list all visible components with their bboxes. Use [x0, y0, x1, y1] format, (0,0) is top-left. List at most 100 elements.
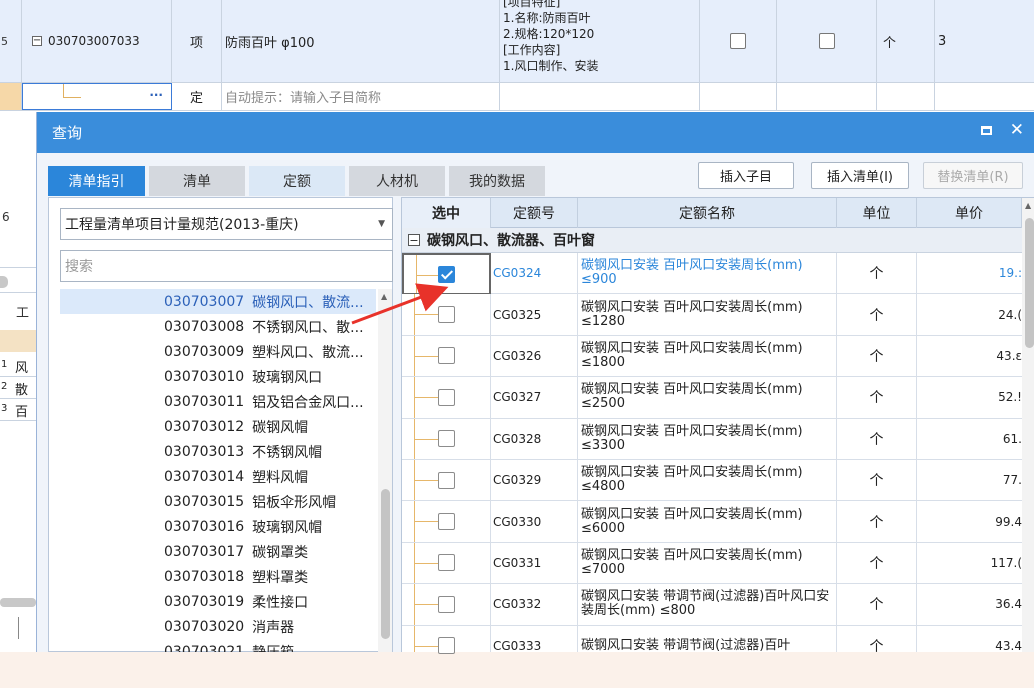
select-cell[interactable] [402, 584, 491, 625]
quota-name: 碳钢风口安装 百叶风口安装周长(mm) ≤3300 [578, 418, 837, 459]
list-item[interactable]: 030703015 铝板伞形风帽 [60, 489, 376, 514]
quota-name: 碳钢风口安装 百叶风口安装周长(mm) ≤1800 [578, 335, 837, 377]
fragment-row[interactable]: 3百 [0, 399, 36, 421]
row-checkbox[interactable] [438, 265, 455, 283]
list-item[interactable]: 030703010 玻璃钢风口 [60, 364, 376, 389]
list-item[interactable]: 030703013 不锈钢风帽 [60, 439, 376, 464]
collapse-icon[interactable]: − [32, 36, 42, 46]
select-cell[interactable] [402, 335, 491, 377]
maximize-icon[interactable] [980, 126, 992, 135]
search-input[interactable]: 搜索 [60, 250, 393, 282]
scrollbar-thumb[interactable] [381, 489, 390, 639]
sheet-row[interactable]: 5 − 030703007033 项 防雨百叶 φ100 [项目特征] 1.名称:… [0, 0, 1034, 83]
header-name[interactable]: 定额名称 [578, 198, 837, 228]
list-item[interactable]: 030703019 柔性接口 [60, 589, 376, 614]
table-row[interactable]: CG0329 碳钢风口安装 百叶风口安装周长(mm) ≤4800 个 77. [402, 460, 1034, 502]
header-price[interactable]: 单价 [917, 198, 1022, 228]
table-row[interactable]: CG0327 碳钢风口安装 百叶风口安装周长(mm) ≤2500 个 52.! [402, 377, 1034, 419]
item-name[interactable]: 防雨百叶 φ100 [222, 0, 500, 82]
fragment-row[interactable]: 1风 [0, 355, 36, 377]
replace-list-button[interactable]: 替换清单(R) [923, 162, 1023, 189]
scrollbar-thumb[interactable] [1025, 218, 1034, 348]
tab-list[interactable]: 清单 [149, 166, 245, 196]
fragment-row[interactable]: 2散 [0, 377, 36, 399]
row-checkbox[interactable] [437, 430, 455, 448]
quota-code: CG0326 [491, 335, 578, 377]
select-cell[interactable] [402, 253, 491, 295]
empty-cell[interactable] [935, 83, 1034, 110]
close-icon[interactable]: ✕ [1010, 122, 1024, 139]
quota-code: CG0330 [491, 501, 578, 542]
divider [0, 267, 36, 268]
item-quantity[interactable]: 3 [935, 0, 1034, 82]
table-row[interactable]: CG0331 碳钢风口安装 百叶风口安装周长(mm) ≤7000 个 117.( [402, 542, 1034, 585]
header-unit[interactable]: 单位 [837, 198, 917, 228]
chevron-down-icon[interactable]: ▼ [378, 219, 385, 229]
table-row[interactable]: CG0325 碳钢风口安装 百叶风口安装周长(mm) ≤1280 个 24.( [402, 294, 1034, 336]
row-checkbox[interactable] [437, 306, 455, 324]
checkbox-cell[interactable] [700, 0, 777, 82]
table-row[interactable]: CG0330 碳钢风口安装 百叶风口安装周长(mm) ≤6000 个 99.4 [402, 501, 1034, 543]
group-row[interactable]: − 碳钢风口、散流器、百叶窗 [402, 228, 1034, 253]
code-input-cell[interactable]: ··· [22, 83, 172, 110]
table-row[interactable]: CG0324 碳钢风口安装 百叶风口安装周长(mm) ≤900 个 19.: [402, 253, 1034, 295]
list-item[interactable]: 030703011 铝及铝合金风口... [60, 389, 376, 414]
name-input[interactable]: 自动提示：请输入子目简称 [222, 83, 500, 110]
more-button[interactable]: ··· [149, 88, 163, 102]
select-cell[interactable] [402, 418, 491, 459]
scrollbar[interactable]: ▲ [1022, 198, 1034, 653]
tab-quota[interactable]: 定额 [249, 166, 345, 196]
empty-cell[interactable] [877, 83, 935, 110]
table-row[interactable]: CG0328 碳钢风口安装 百叶风口安装周长(mm) ≤3300 个 61. [402, 418, 1034, 460]
list-item[interactable]: 030703009 塑料风口、散流... [60, 339, 376, 364]
row-checkbox[interactable] [437, 347, 455, 365]
row-checkbox[interactable] [437, 595, 455, 613]
dialog-title: 查询 [52, 124, 83, 142]
row-checkbox[interactable] [437, 471, 455, 489]
checkbox-cell[interactable] [777, 0, 877, 82]
row-checkbox[interactable] [437, 388, 455, 406]
row-checkbox[interactable] [437, 513, 455, 531]
select-cell[interactable] [402, 501, 491, 542]
features-cell[interactable] [500, 83, 700, 110]
list-item[interactable]: 030703016 玻璃钢风帽 [60, 514, 376, 539]
list-item[interactable]: 030703007 碳钢风口、散流... [60, 289, 376, 314]
tab-materials[interactable]: 人材机 [349, 166, 445, 196]
header-code[interactable]: 定额号 [491, 198, 578, 228]
row-text: 百 [15, 405, 29, 420]
select-cell[interactable] [402, 294, 491, 335]
list-item[interactable]: 030703014 塑料风帽 [60, 464, 376, 489]
list-item[interactable]: 030703017 碳钢罩类 [60, 539, 376, 564]
row-checkbox[interactable] [437, 554, 455, 572]
checkbox[interactable] [730, 33, 746, 49]
item-features[interactable]: [项目特征] 1.名称:防雨百叶 2.规格:120*120 [工作内容] 1.风口制作、… [500, 0, 700, 82]
insert-list-button[interactable]: 插入清单(I) [811, 162, 909, 189]
select-cell[interactable] [402, 542, 491, 584]
scroll-up-icon[interactable]: ▲ [381, 292, 387, 301]
select-cell[interactable] [402, 460, 491, 501]
list-item[interactable]: 030703020 消声器 [60, 614, 376, 639]
scrollbar[interactable]: ▲ [378, 289, 392, 653]
list-item[interactable]: 030703012 碳钢风帽 [60, 414, 376, 439]
scroll-up-icon[interactable]: ▲ [1025, 201, 1031, 210]
empty-cell[interactable] [777, 83, 877, 110]
header-select[interactable]: 选中 [402, 198, 491, 228]
row-checkbox[interactable] [437, 637, 455, 655]
collapse-icon[interactable]: − [408, 234, 420, 246]
empty-cell[interactable] [700, 83, 777, 110]
list-item[interactable]: 030703018 塑料罩类 [60, 564, 376, 589]
table-row[interactable]: CG0332 碳钢风口安装 带调节阀(过滤器)百叶风口安装周长(mm) ≤800 个… [402, 584, 1034, 626]
item-code-cell[interactable]: − 030703007033 [22, 0, 172, 82]
spec-select[interactable]: 工程量清单项目计量规范(2013-重庆) ▼ [60, 208, 393, 240]
query-dialog[interactable]: 查询 ✕ 清单指引 清单 定额 人材机 我的数据 插入子目 插入清单(I) 替换… [36, 112, 1034, 667]
sheet-row-editing[interactable]: ··· 定 自动提示：请输入子目简称 [0, 83, 1034, 111]
dialog-title-bar[interactable]: 查询 ✕ [37, 112, 1034, 153]
tab-list-guide[interactable]: 清单指引 [48, 166, 145, 196]
list-item[interactable]: 030703008 不锈钢风口、散... [60, 314, 376, 339]
tab-my-data[interactable]: 我的数据 [449, 166, 545, 196]
insert-sub-button[interactable]: 插入子目 [698, 162, 794, 189]
select-cell[interactable] [402, 377, 491, 418]
checkbox[interactable] [818, 33, 835, 49]
table-row[interactable]: CG0326 碳钢风口安装 百叶风口安装周长(mm) ≤1800 个 43.ε [402, 335, 1034, 378]
list-item[interactable]: 030703021 静压箱 [60, 639, 376, 654]
